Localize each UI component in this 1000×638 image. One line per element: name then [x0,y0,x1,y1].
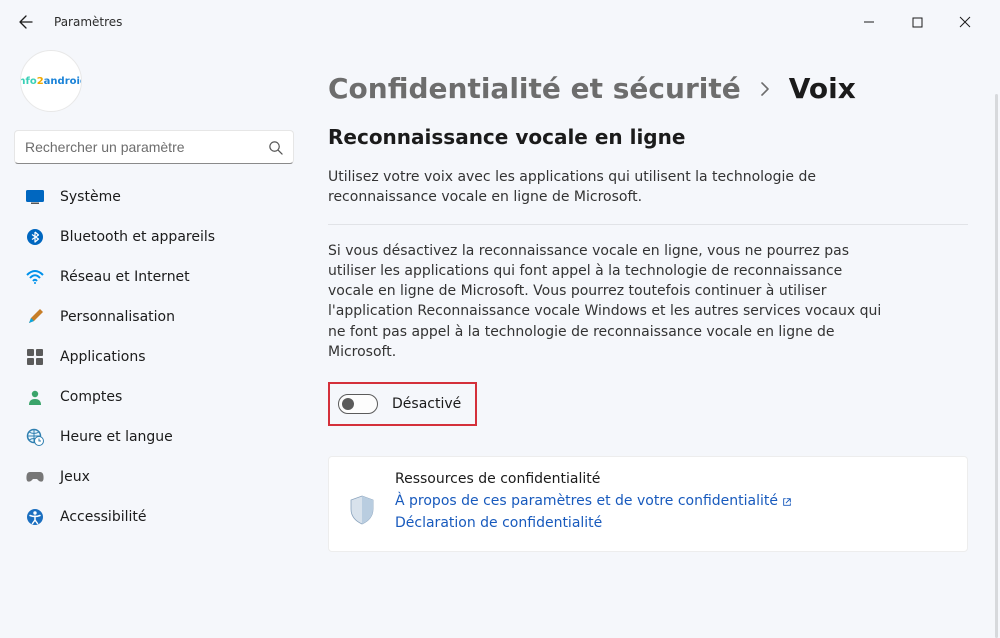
breadcrumb-parent[interactable]: Confidentialité et sécurité [328,72,741,105]
nav-label: Jeux [60,469,90,485]
profile-block[interactable]: info2android [14,50,294,126]
toggle-state-label: Désactivé [392,396,461,412]
person-icon [26,388,44,406]
section-title: Reconnaissance vocale en ligne [328,125,968,149]
search-input[interactable] [25,139,267,155]
link-label: Déclaration de confidentialité [395,513,602,535]
shield-icon [349,513,375,529]
external-link-icon [782,497,792,507]
accessibility-icon [26,508,44,526]
search-box[interactable] [14,130,294,164]
toggle-knob [342,398,354,410]
nav-label: Heure et langue [60,429,173,445]
sidebar: info2android Système Bluetooth et appare… [0,44,300,638]
window-close-button[interactable] [942,7,988,37]
scrollbar[interactable] [995,94,998,638]
close-icon [959,16,971,28]
sidebar-item-accounts[interactable]: Comptes [14,378,294,416]
nav-label: Accessibilité [60,509,146,525]
intro-text: Utilisez votre voix avec les application… [328,167,888,208]
bluetooth-icon [26,228,44,246]
online-speech-toggle-row: Désactivé [328,382,477,426]
divider [328,224,968,225]
online-speech-toggle[interactable] [338,394,378,414]
sidebar-item-network[interactable]: Réseau et Internet [14,258,294,296]
apps-icon [26,348,44,366]
card-title: Ressources de confidentialité [395,471,947,487]
link-about-settings[interactable]: À propos de ces paramètres et de votre c… [395,491,792,513]
link-label: À propos de ces paramètres et de votre c… [395,491,778,513]
nav-label: Bluetooth et appareils [60,229,215,245]
chevron-right-icon [759,79,771,103]
app-title: Paramètres [54,15,122,29]
sidebar-item-accessibility[interactable]: Accessibilité [14,498,294,536]
globe-clock-icon [26,428,44,446]
sidebar-item-time-language[interactable]: Heure et langue [14,418,294,456]
sidebar-item-bluetooth[interactable]: Bluetooth et appareils [14,218,294,256]
arrow-left-icon [18,14,34,30]
nav-label: Personnalisation [60,309,175,325]
minimize-icon [863,16,875,28]
main-panel: Confidentialité et sécurité Voix Reconna… [300,44,1000,638]
sidebar-item-personalization[interactable]: Personnalisation [14,298,294,336]
wifi-icon [26,268,44,286]
gamepad-icon [26,468,44,486]
sidebar-item-system[interactable]: Système [14,178,294,216]
paintbrush-icon [26,308,44,326]
system-icon [26,188,44,206]
nav-label: Applications [60,349,146,365]
link-privacy-statement[interactable]: Déclaration de confidentialité [395,513,602,535]
nav-label: Réseau et Internet [60,269,190,285]
window-maximize-button[interactable] [894,7,940,37]
back-button[interactable] [12,8,40,36]
breadcrumb: Confidentialité et sécurité Voix [328,72,968,105]
sidebar-item-gaming[interactable]: Jeux [14,458,294,496]
description-text: Si vous désactivez la reconnaissance voc… [328,241,888,363]
avatar: info2android [20,50,82,112]
sidebar-nav: Système Bluetooth et appareils Réseau et… [14,178,294,536]
privacy-resources-card: Ressources de confidentialité À propos d… [328,456,968,551]
sidebar-item-apps[interactable]: Applications [14,338,294,376]
breadcrumb-current: Voix [789,72,856,105]
nav-label: Comptes [60,389,122,405]
nav-label: Système [60,189,121,205]
window-minimize-button[interactable] [846,7,892,37]
maximize-icon [912,17,923,28]
search-icon [267,139,283,155]
titlebar: Paramètres [0,0,1000,44]
